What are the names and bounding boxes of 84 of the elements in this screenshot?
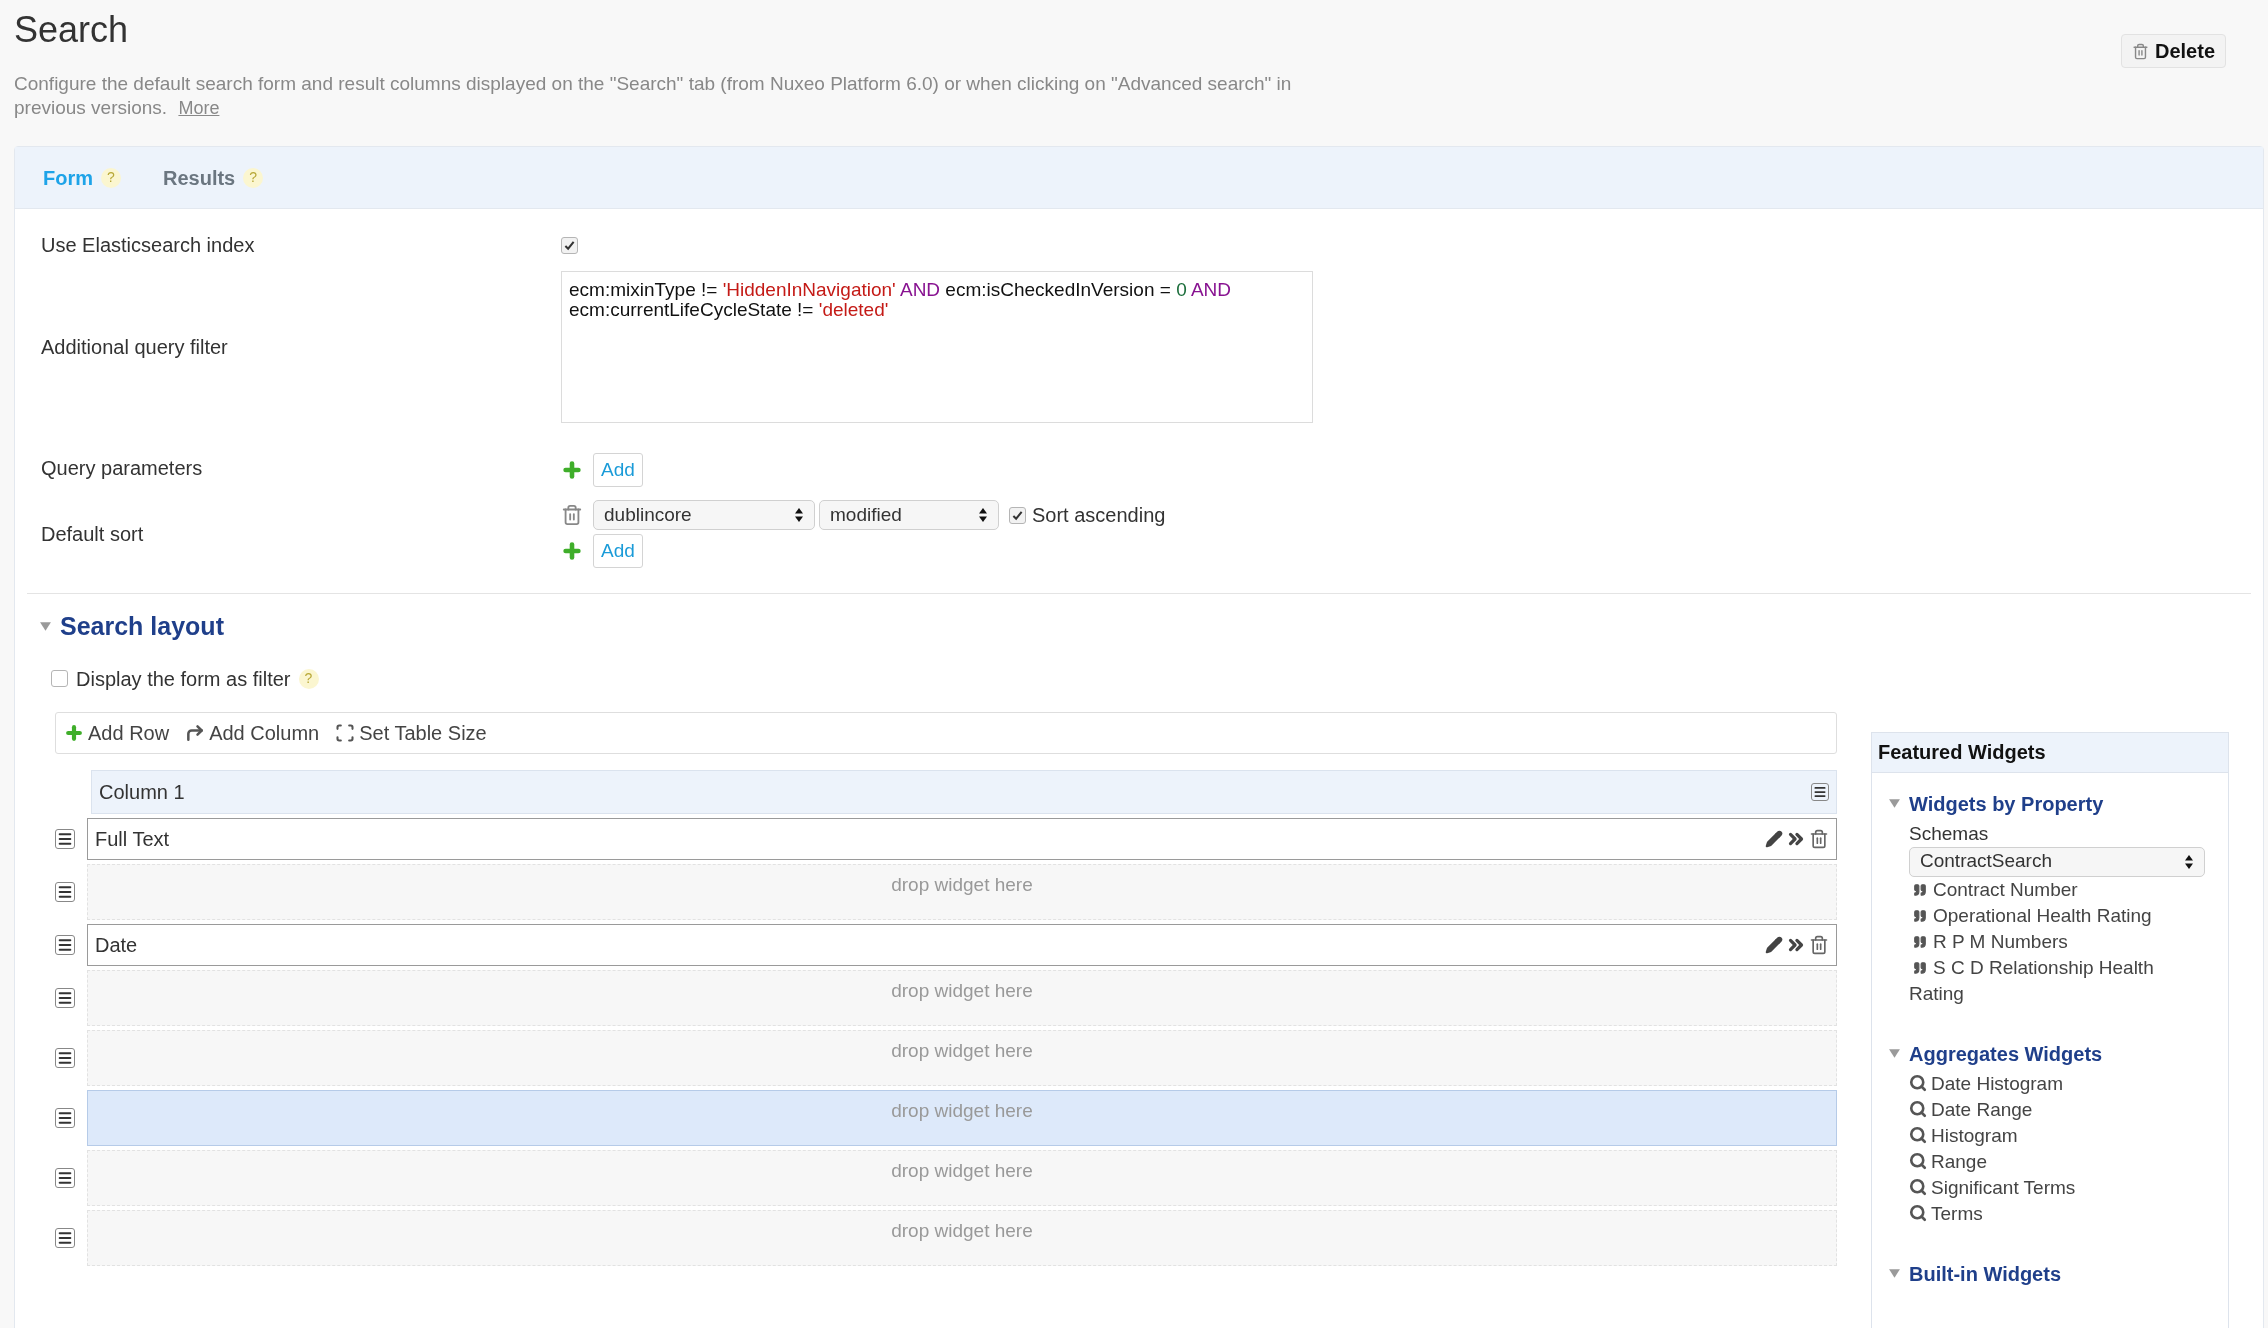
search-icon bbox=[1909, 1073, 1927, 1092]
menu-icon[interactable] bbox=[55, 1227, 75, 1248]
select-arrows-icon bbox=[794, 507, 804, 523]
select-arrows-icon bbox=[2184, 853, 2194, 870]
group-title[interactable]: Aggregates Widgets bbox=[1909, 1038, 2103, 1069]
schema-select[interactable]: dublincore bbox=[593, 500, 815, 530]
widget-item[interactable]: S C D Relationship Health Rating bbox=[1909, 954, 2209, 1007]
widget-item[interactable]: Date Histogram bbox=[1909, 1070, 2209, 1097]
pencil-icon[interactable] bbox=[1765, 935, 1783, 954]
field-select[interactable]: modified bbox=[819, 500, 999, 530]
checkbox[interactable] bbox=[51, 670, 68, 687]
menu-icon[interactable] bbox=[55, 987, 75, 1008]
menu-icon[interactable] bbox=[55, 881, 75, 902]
trash-icon[interactable] bbox=[1809, 828, 1829, 849]
menu-icon[interactable] bbox=[55, 1047, 75, 1068]
checkbox-label: Display the form as filter bbox=[76, 666, 291, 692]
collapse-triangle-icon[interactable] bbox=[1888, 797, 1901, 810]
drop-hint: drop widget here bbox=[891, 1158, 1033, 1183]
widget-item[interactable]: Range bbox=[1909, 1148, 2209, 1175]
schema-select[interactable]: ContractSearch bbox=[1909, 846, 2205, 877]
widget-item[interactable]: Date Range bbox=[1909, 1096, 2209, 1123]
menu-icon[interactable] bbox=[55, 1167, 75, 1188]
select-arrows-icon bbox=[978, 507, 988, 523]
widget-item[interactable]: Terms bbox=[1909, 1200, 2209, 1227]
plus-icon bbox=[561, 540, 583, 562]
section-title: Search layout bbox=[60, 611, 224, 642]
search-icon bbox=[1909, 1125, 1927, 1144]
trash-icon bbox=[2131, 42, 2149, 60]
menu-icon[interactable] bbox=[1811, 782, 1829, 801]
plus-icon bbox=[64, 722, 84, 743]
widget-row[interactable]: Full Text bbox=[87, 817, 1837, 860]
quote-icon bbox=[1913, 882, 1927, 897]
page-description: Configure the default search form and result columns displayed on the "Search" tab (from Nuxeo Platform 6.0) or when clicking on "Advanced search" in previous versions. More bbox=[14, 72, 1293, 120]
tab[interactable]: Results bbox=[163, 162, 236, 193]
drop-hint: drop widget here bbox=[891, 978, 1033, 1003]
toolbar-button[interactable]: Set Table Size bbox=[335, 717, 487, 748]
query-textarea[interactable]: ecm:mixinType != 'HiddenInNavigation' AND ecm:isCheckedInVersion = 0 AND ecm:currentLifeCycleState != 'deleted' bbox=[561, 271, 1313, 423]
page-title: Search bbox=[14, 8, 130, 52]
drop-hint: drop widget here bbox=[891, 872, 1033, 897]
collapse-triangle-icon[interactable] bbox=[39, 620, 52, 634]
toolbar-button[interactable]: Add Row bbox=[64, 717, 170, 748]
checkbox[interactable] bbox=[1009, 506, 1026, 524]
drop-hint: drop widget here bbox=[891, 1038, 1033, 1063]
search-icon bbox=[1909, 1099, 1927, 1118]
pencil-icon[interactable] bbox=[1765, 829, 1783, 848]
resize-icon bbox=[335, 722, 356, 743]
drop-hint: drop widget here bbox=[891, 1098, 1033, 1123]
widget-label: Date bbox=[95, 932, 138, 958]
widget-label: Full Text bbox=[95, 826, 170, 852]
field-label: Additional query filter bbox=[41, 335, 228, 360]
menu-icon[interactable] bbox=[55, 934, 75, 955]
widget-item[interactable]: R P M Numbers bbox=[1909, 928, 2209, 955]
group-title[interactable]: Built-in Widgets bbox=[1909, 1258, 2062, 1289]
schemas-label: Schemas bbox=[1909, 821, 1990, 846]
delete-button[interactable]: Delete bbox=[2120, 34, 2226, 68]
collapse-triangle-icon[interactable] bbox=[1888, 1267, 1901, 1280]
widget-item[interactable]: Significant Terms bbox=[1909, 1174, 2209, 1201]
quote-icon bbox=[1913, 960, 1927, 975]
menu-icon[interactable] bbox=[55, 828, 75, 849]
quote-icon bbox=[1913, 908, 1927, 923]
search-icon bbox=[1909, 1177, 1927, 1196]
collapse-triangle-icon[interactable] bbox=[1888, 1047, 1901, 1060]
checkbox[interactable] bbox=[561, 236, 578, 254]
menu-icon[interactable] bbox=[55, 1107, 75, 1128]
widget-item[interactable]: Histogram bbox=[1909, 1122, 2209, 1149]
trash-icon[interactable] bbox=[561, 504, 583, 526]
group-title[interactable]: Widgets by Property bbox=[1909, 788, 2104, 819]
plus-icon bbox=[561, 459, 583, 481]
column-title: Column 1 bbox=[99, 779, 185, 805]
trash-icon[interactable] bbox=[1809, 934, 1829, 955]
widget-item[interactable]: Operational Health Rating bbox=[1909, 902, 2209, 929]
search-icon bbox=[1909, 1203, 1927, 1222]
widget-item[interactable]: Contract Number bbox=[1909, 876, 2209, 903]
quote-icon bbox=[1913, 934, 1927, 949]
field-label: Default sort bbox=[41, 522, 144, 547]
checkbox-label: Sort ascending bbox=[1032, 503, 1166, 528]
toolbar-button[interactable]: Add Column bbox=[185, 717, 320, 748]
panel-title: Featured Widgets bbox=[1878, 740, 2046, 765]
curved-arrow-icon bbox=[185, 722, 206, 743]
drop-hint: drop widget here bbox=[891, 1218, 1033, 1243]
field-label: Use Elasticsearch index bbox=[41, 233, 255, 258]
widget-row[interactable]: Date bbox=[87, 923, 1837, 966]
field-label: Query parameters bbox=[41, 456, 203, 481]
search-icon bbox=[1909, 1151, 1927, 1170]
